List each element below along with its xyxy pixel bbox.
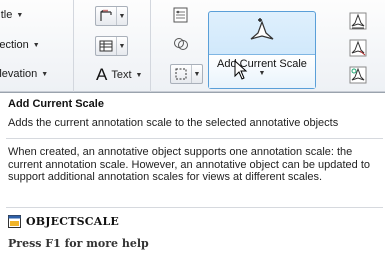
text-icon: A (96, 65, 108, 84)
section-label: Section (0, 39, 29, 51)
command-icon (8, 215, 21, 228)
table-icon (96, 37, 116, 55)
ribbon-separator (150, 0, 151, 92)
ribbon-separator (73, 0, 74, 92)
tooltip-description: Adds the current annotation scale to the… (8, 117, 339, 129)
section-dropdown[interactable]: Section▼ (0, 36, 40, 54)
chevron-down-icon: ▼ (135, 71, 143, 79)
help-hint: Press F1 for more help (8, 237, 149, 250)
chevron-down-icon: ▼ (258, 70, 266, 77)
table-button[interactable]: ▼ (95, 36, 128, 56)
tooltip-divider (6, 207, 383, 208)
command-name: OBJECTSCALE (26, 215, 119, 228)
annotation-scale-icon (247, 17, 277, 50)
tooltip-divider (6, 138, 383, 139)
sync-scales-icon[interactable] (171, 34, 191, 54)
chevron-down-icon[interactable]: ▼ (116, 7, 127, 25)
chevron-down-icon[interactable]: ▼ (116, 37, 127, 55)
text-button[interactable]: A Text ▼ (96, 64, 142, 86)
scale-list-icon[interactable] (171, 5, 191, 25)
add-current-scale-button[interactable]: Add Current Scale ▼ (208, 11, 316, 89)
text-label: Text (111, 69, 132, 81)
delete-scale-icon[interactable] (348, 38, 368, 58)
elevation-label: Elevation (0, 68, 38, 80)
tooltip-body: When created, an annotative object suppo… (8, 146, 371, 183)
selection-box-icon (171, 65, 191, 83)
add-current-scale-label-area[interactable]: Add Current Scale ▼ (209, 54, 315, 88)
dimension-icon (96, 7, 116, 25)
tooltip-command: OBJECTSCALE (8, 215, 119, 228)
add-current-scale-icon-area[interactable] (209, 12, 315, 54)
dimension-button[interactable]: ▼ (95, 6, 128, 26)
selection-button[interactable]: ▼ (170, 64, 203, 84)
mouse-cursor-icon (234, 60, 248, 80)
chevron-down-icon: ▼ (16, 12, 24, 19)
chevron-down-icon[interactable]: ▼ (191, 65, 202, 83)
tooltip: Add Current Scale Adds the current annot… (0, 92, 385, 265)
chevron-down-icon: ▼ (41, 71, 49, 78)
sync-annotation-icon[interactable] (348, 65, 368, 85)
add-scale-icon[interactable] (348, 11, 368, 31)
add-current-scale-label: Add Current Scale (217, 58, 307, 70)
ribbon-panel: Title▼ Section▼ Elevation▼ ▼ ▼ A Text ▼ (0, 0, 385, 92)
chevron-down-icon: ▼ (32, 42, 40, 49)
elevation-dropdown[interactable]: Elevation▼ (0, 65, 48, 83)
title-label: Title (0, 9, 13, 21)
title-dropdown[interactable]: Title▼ (0, 6, 23, 24)
tooltip-title: Add Current Scale (8, 98, 104, 110)
